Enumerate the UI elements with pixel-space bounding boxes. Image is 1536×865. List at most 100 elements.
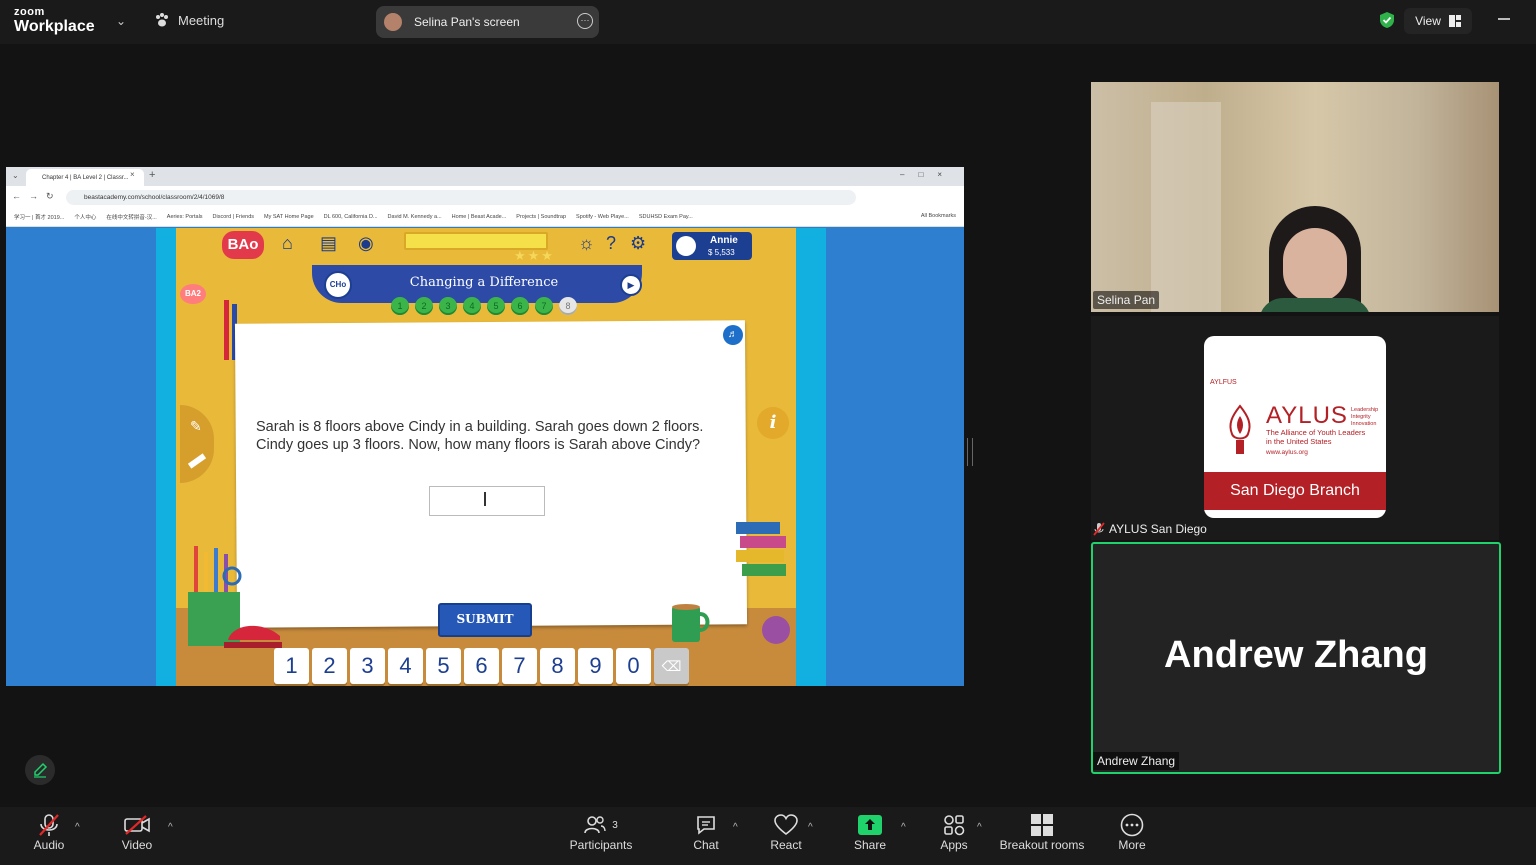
audio-button[interactable]: Audio: [29, 812, 69, 852]
heart-icon: [774, 814, 798, 836]
bookmark-item[interactable]: My SAT Home Page: [264, 214, 314, 220]
lightbulb-icon[interactable]: ☼: [578, 233, 595, 254]
logo-workplace-text: Workplace: [14, 18, 95, 35]
zoom-workplace-logo[interactable]: zoom Workplace: [14, 7, 95, 35]
lesson-title: Changing a Difference: [409, 275, 559, 290]
progress-dot[interactable]: 6: [511, 297, 529, 315]
new-tab-icon[interactable]: +: [149, 169, 155, 181]
help-icon[interactable]: ?: [606, 233, 616, 254]
muted-mic-icon: [39, 814, 59, 836]
progress-dot[interactable]: 3: [439, 297, 457, 315]
beast-academy-logo[interactable]: BAo: [222, 231, 264, 259]
participant-display-name: Andrew Zhang: [1164, 634, 1428, 676]
bookmark-item[interactable]: Spotify - Web Playe...: [576, 214, 629, 220]
video-tile-selina[interactable]: [1091, 82, 1499, 312]
meeting-button[interactable]: Meeting: [154, 12, 224, 28]
speaker-icon[interactable]: ♬: [723, 325, 743, 345]
answer-input[interactable]: [429, 486, 545, 516]
participant-name: AYLUS San Diego: [1109, 522, 1207, 536]
progress-dot[interactable]: 2: [415, 297, 433, 315]
tab-search-icon[interactable]: ⌄: [12, 171, 19, 180]
keypad-key[interactable]: 9: [578, 648, 613, 684]
window-controls[interactable]: –□×: [900, 170, 956, 179]
react-button[interactable]: React: [766, 812, 806, 852]
right-stripe: [796, 228, 826, 686]
more-options-icon[interactable]: ⋯: [577, 13, 593, 29]
keypad-key[interactable]: 5: [426, 648, 461, 684]
address-bar[interactable]: beastacademy.com/school/classroom/2/4/10…: [66, 190, 856, 205]
video-options-chevron-icon[interactable]: ^: [168, 822, 173, 833]
bookmark-item[interactable]: Projects | Soundtrap: [516, 214, 566, 220]
keypad-key[interactable]: 3: [350, 648, 385, 684]
bookmark-item[interactable]: 在线中文转拼音-汉...: [106, 213, 156, 221]
progress-dot[interactable]: 7: [535, 297, 553, 315]
bookmark-item[interactable]: DL 600, California D...: [324, 214, 378, 220]
share-button[interactable]: Share: [850, 812, 890, 852]
breakout-rooms-button[interactable]: Breakout rooms: [998, 812, 1086, 852]
bookmark-item[interactable]: SDUHSD Exam Pay...: [639, 214, 693, 220]
play-video-button[interactable]: ▶: [620, 274, 642, 296]
browser-nav-icons[interactable]: ←→↻: [12, 191, 62, 202]
split-resize-handle[interactable]: [967, 438, 973, 466]
more-icon: [1120, 813, 1144, 837]
bookmark-item[interactable]: Home | Beast Acade...: [452, 214, 507, 220]
chat-button[interactable]: Chat: [688, 812, 724, 852]
keypad-key[interactable]: 0: [616, 648, 651, 684]
annotate-button[interactable]: [25, 755, 55, 785]
chevron-down-icon[interactable]: ⌄: [116, 14, 126, 28]
pencil-tool-icon[interactable]: ✎: [190, 418, 202, 435]
progress-dot[interactable]: 5: [487, 297, 505, 315]
audio-options-chevron-icon[interactable]: ^: [75, 822, 80, 833]
more-button[interactable]: More: [1112, 812, 1152, 852]
share-screen-icon: [858, 815, 882, 835]
security-shield-icon[interactable]: [1379, 11, 1395, 29]
bookmark-item[interactable]: 个人中心: [74, 213, 96, 221]
bookmark-item[interactable]: David M. Kennedy a...: [388, 214, 442, 220]
submit-button[interactable]: SUBMIT: [438, 603, 532, 637]
keypad-key[interactable]: 2: [312, 648, 347, 684]
video-button[interactable]: Video: [117, 812, 157, 852]
minimize-icon[interactable]: [1498, 18, 1510, 20]
react-label: React: [770, 838, 802, 852]
react-options-chevron-icon[interactable]: ^: [808, 822, 813, 833]
browser-tab[interactable]: Chapter 4 | BA Level 2 | Classr...: [26, 169, 144, 186]
apps-label: Apps: [940, 838, 968, 852]
breakout-rooms-icon: [1031, 814, 1053, 836]
keypad-key[interactable]: 7: [502, 648, 537, 684]
video-label: Video: [121, 838, 153, 852]
yarn-decoration: [762, 616, 790, 644]
keypad-key[interactable]: 1: [274, 648, 309, 684]
video-off-icon: [124, 815, 150, 835]
film-icon[interactable]: ◉: [358, 233, 374, 254]
view-button[interactable]: View: [1404, 8, 1472, 34]
bookmark-item[interactable]: Discord | Friends: [213, 214, 254, 220]
participant-name-label: Andrew Zhang: [1093, 752, 1180, 770]
close-tab-icon[interactable]: ×: [130, 170, 135, 179]
share-options-chevron-icon[interactable]: ^: [901, 822, 906, 833]
keypad-key[interactable]: 8: [540, 648, 575, 684]
aylus-tagline: The Alliance of Youth Leaders in the Uni…: [1266, 428, 1365, 446]
apps-button[interactable]: Apps: [934, 812, 974, 852]
chat-icon: [697, 816, 715, 835]
breakout-rooms-label: Breakout rooms: [999, 838, 1085, 852]
pencil-icon: [34, 762, 48, 778]
all-bookmarks[interactable]: All Bookmarks: [921, 213, 956, 219]
settings-gear-icon[interactable]: ⚙: [630, 233, 646, 254]
chat-options-chevron-icon[interactable]: ^: [733, 822, 738, 833]
progress-dot[interactable]: 4: [463, 297, 481, 315]
bookmark-item[interactable]: Aeries: Portals: [167, 214, 203, 220]
bookmark-item[interactable]: 学习一 | 首才 2019...: [14, 213, 64, 221]
chapter-badge[interactable]: CHo: [324, 271, 352, 299]
participants-button[interactable]: 3 Participants: [566, 812, 636, 852]
info-button[interactable]: i: [757, 407, 789, 439]
screen-share-pill[interactable]: Selina Pan's screen ⋯: [376, 6, 599, 38]
keypad-key[interactable]: 4: [388, 648, 423, 684]
progress-dot[interactable]: 8: [559, 297, 577, 315]
keypad-key[interactable]: 6: [464, 648, 499, 684]
progress-dot[interactable]: 1: [391, 297, 409, 315]
book-icon[interactable]: ▤: [320, 233, 337, 254]
apps-options-chevron-icon[interactable]: ^: [977, 822, 982, 833]
aylus-values: Leadership Integrity Innovation: [1351, 407, 1378, 428]
home-icon[interactable]: ⌂: [282, 233, 293, 254]
backspace-key[interactable]: ⌫: [654, 648, 689, 684]
